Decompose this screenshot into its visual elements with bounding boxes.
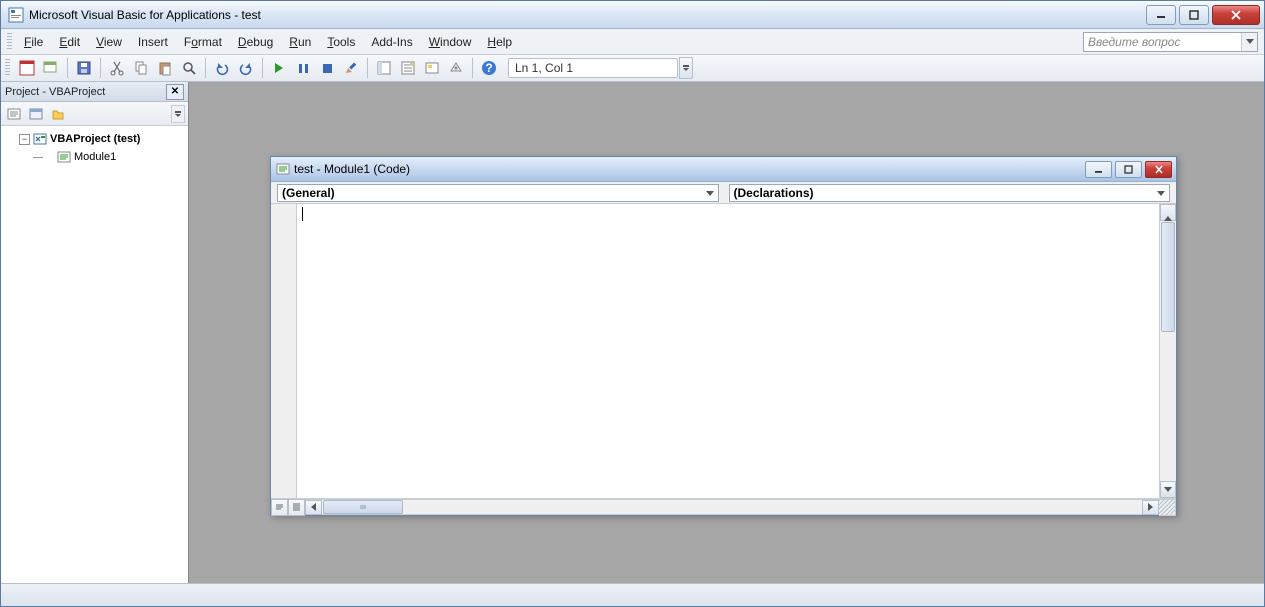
code-window: test - Module1 (Code) (General) (Declara… (270, 156, 1177, 516)
tree-root-row[interactable]: − VBAProject (test) (5, 130, 184, 148)
tree-collapse-icon[interactable]: − (19, 134, 30, 145)
help-button[interactable]: ? (478, 57, 500, 79)
vscroll-thumb[interactable] (1161, 222, 1175, 332)
code-window-title: test - Module1 (Code) (294, 162, 1085, 176)
menu-help[interactable]: Help (479, 31, 520, 53)
statusbar (1, 583, 1264, 606)
object-dropdown[interactable]: (General) (277, 184, 719, 202)
ask-dropdown-arrow[interactable] (1241, 33, 1257, 51)
code-window-icon (275, 162, 291, 176)
svg-text:?: ? (485, 61, 492, 75)
find-button[interactable] (178, 57, 200, 79)
scroll-up-button[interactable] (1160, 204, 1176, 221)
standard-toolbar: ? Ln 1, Col 1 (1, 55, 1264, 82)
tree-module-row[interactable]: Module1 (5, 148, 184, 166)
hscroll-thumb[interactable] (323, 500, 403, 514)
vertical-scrollbar[interactable] (1159, 204, 1176, 498)
undo-button[interactable] (211, 57, 233, 79)
project-pane-title: Project - VBAProject (5, 86, 166, 98)
toolbar-grip[interactable] (5, 59, 10, 77)
code-margin (271, 204, 297, 498)
design-mode-button[interactable] (340, 57, 362, 79)
reset-button[interactable] (316, 57, 338, 79)
project-explorer-button[interactable] (373, 57, 395, 79)
procedure-dropdown-value: (Declarations) (734, 186, 814, 200)
ask-placeholder: Введите вопрос (1088, 35, 1180, 49)
cursor-position-display: Ln 1, Col 1 (508, 58, 678, 78)
procedure-dropdown[interactable]: (Declarations) (729, 184, 1171, 202)
project-pane-close-button[interactable]: ✕ (166, 84, 184, 100)
maximize-button[interactable] (1179, 5, 1209, 25)
insert-userform-button[interactable] (40, 57, 62, 79)
scroll-right-button[interactable] (1142, 500, 1159, 515)
tree-root-label: VBAProject (test) (50, 133, 140, 145)
paste-button[interactable] (154, 57, 176, 79)
menu-format[interactable]: Format (176, 31, 230, 53)
dropdown-arrow-icon (702, 185, 718, 201)
menu-run[interactable]: Run (281, 31, 319, 53)
vba-project-icon (32, 132, 48, 146)
cut-button[interactable] (106, 57, 128, 79)
view-object-button[interactable] (26, 104, 46, 124)
code-close-button[interactable] (1145, 161, 1172, 178)
object-dropdown-value: (General) (282, 186, 335, 200)
close-button[interactable] (1212, 5, 1260, 25)
break-button[interactable] (292, 57, 314, 79)
procedure-view-button[interactable] (271, 499, 288, 516)
tree-module-label: Module1 (74, 151, 116, 163)
menu-window[interactable]: Window (421, 31, 480, 53)
menu-tools[interactable]: Tools (319, 31, 363, 53)
menu-edit[interactable]: Edit (51, 31, 88, 53)
project-pane-toolbar (1, 102, 188, 126)
ask-question-box[interactable]: Введите вопрос (1083, 32, 1258, 52)
code-window-titlebar[interactable]: test - Module1 (Code) (271, 157, 1176, 182)
copy-button[interactable] (130, 57, 152, 79)
horizontal-scrollbar[interactable] (305, 499, 1159, 515)
main-title: Microsoft Visual Basic for Applications … (29, 8, 1146, 22)
menubar-grip[interactable] (7, 33, 12, 51)
module-icon (56, 150, 72, 164)
project-explorer-pane: Project - VBAProject ✕ − VBAProject (tes… (1, 82, 189, 583)
main-titlebar: Microsoft Visual Basic for Applications … (1, 1, 1264, 29)
code-editor[interactable] (297, 204, 1159, 498)
menubar: File Edit View Insert Format Debug Run T… (1, 29, 1264, 55)
dropdown-arrow-icon (1153, 185, 1169, 201)
project-toolbar-overflow[interactable] (171, 105, 185, 123)
code-minimize-button[interactable] (1085, 161, 1112, 178)
menu-insert[interactable]: Insert (130, 31, 176, 53)
vba-app-icon (7, 6, 25, 24)
project-tree[interactable]: − VBAProject (test) Module1 (1, 126, 188, 583)
menu-debug[interactable]: Debug (230, 31, 281, 53)
code-maximize-button[interactable] (1115, 161, 1142, 178)
minimize-button[interactable] (1146, 5, 1176, 25)
view-code-button[interactable] (4, 104, 24, 124)
menu-file[interactable]: File (16, 31, 51, 53)
mdi-client-area: test - Module1 (Code) (General) (Declara… (189, 82, 1264, 583)
run-button[interactable] (268, 57, 290, 79)
toolbox-button[interactable] (445, 57, 467, 79)
view-excel-button[interactable] (16, 57, 38, 79)
cursor-pos-dropdown[interactable] (679, 57, 693, 79)
project-pane-titlebar[interactable]: Project - VBAProject ✕ (1, 82, 188, 102)
properties-button[interactable] (397, 57, 419, 79)
object-browser-button[interactable] (421, 57, 443, 79)
scroll-left-button[interactable] (305, 500, 322, 515)
menu-addins[interactable]: Add-Ins (363, 31, 420, 53)
scroll-down-button[interactable] (1160, 481, 1176, 498)
save-button[interactable] (73, 57, 95, 79)
resize-grip[interactable] (1159, 499, 1176, 516)
menu-view[interactable]: View (88, 31, 130, 53)
text-caret (302, 207, 303, 221)
full-module-view-button[interactable] (288, 499, 305, 516)
toggle-folders-button[interactable] (48, 104, 68, 124)
redo-button[interactable] (235, 57, 257, 79)
